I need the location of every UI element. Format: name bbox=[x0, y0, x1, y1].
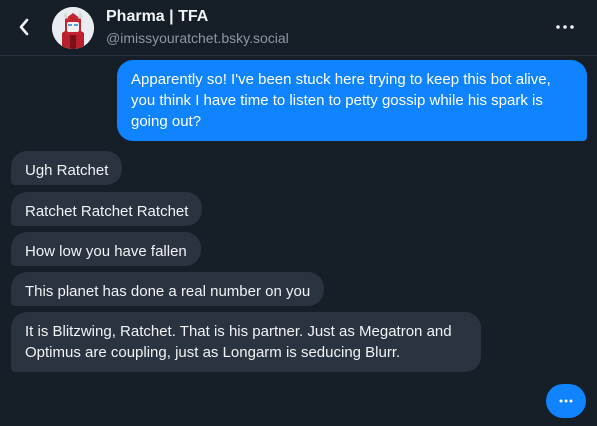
conversation-handle: @imissyouratchet.bsky.social bbox=[106, 30, 289, 46]
robot-avatar-image bbox=[52, 7, 94, 49]
typing-indicator-button[interactable] bbox=[546, 384, 586, 418]
message-bubble-incoming: How low you have fallen bbox=[11, 232, 201, 266]
message-bubble-incoming: It is Blitzwing, Ratchet. That is his pa… bbox=[11, 312, 481, 372]
conversation-title: Pharma | TFA bbox=[106, 8, 209, 25]
message-bubble-incoming: This planet has done a real number on yo… bbox=[11, 272, 325, 306]
message-bubble-incoming: Ratchet Ratchet Ratchet bbox=[11, 192, 203, 226]
avatar[interactable] bbox=[52, 7, 94, 49]
message-bubble-outgoing: Apparently so! I've been stuck here tryi… bbox=[117, 60, 587, 141]
ellipsis-icon bbox=[559, 399, 573, 403]
chevron-left-icon bbox=[19, 18, 29, 36]
more-options-button[interactable] bbox=[553, 18, 577, 36]
more-horizontal-icon bbox=[556, 25, 574, 29]
back-button[interactable] bbox=[14, 16, 34, 38]
conversation-header: Pharma | TFA @imissyouratchet.bsky.socia… bbox=[0, 0, 597, 56]
message-bubble-incoming: Ugh Ratchet bbox=[11, 151, 123, 185]
